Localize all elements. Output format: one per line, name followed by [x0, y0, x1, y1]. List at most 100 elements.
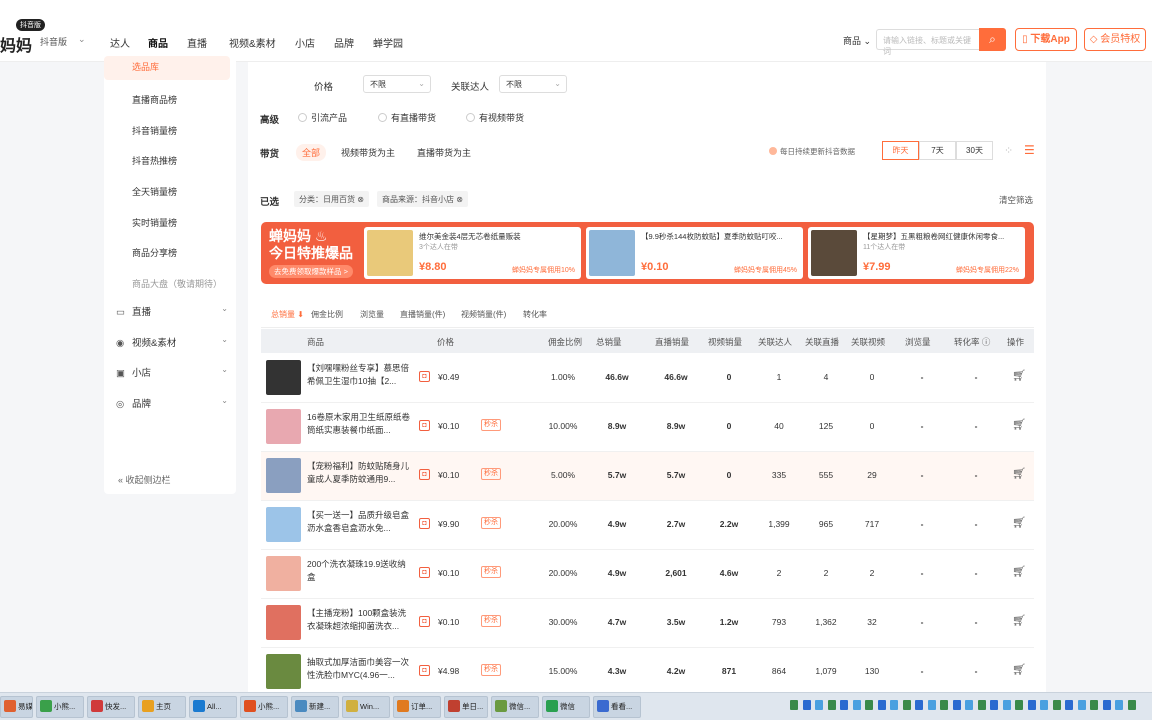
- product-title[interactable]: 【主播宠粉】100颗盒装洗衣凝珠超浓缩抑菌洗衣...: [307, 607, 414, 634]
- tray-icon[interactable]: [965, 700, 973, 710]
- search-button[interactable]: ⌕: [979, 28, 1006, 51]
- table-row[interactable]: 【买一送一】品质升级皂盒沥水盒香皂盒沥水免... ◘ ¥9.90 秒杀 20.00% 4.…: [261, 501, 1034, 550]
- sidebar-group-shop[interactable]: ▣ 小店 ⌄: [116, 365, 228, 379]
- banner-card[interactable]: 【9.9秒杀144枚防蚊贴】夏季防蚊贴叮咬... ¥0.10 蝉妈妈专属佣用45…: [586, 227, 803, 279]
- tray-icon[interactable]: [1115, 700, 1123, 710]
- sidebar-item-hot-push[interactable]: 抖音热推榜: [132, 154, 177, 167]
- product-title[interactable]: 【买一送一】品质升级皂盒沥水盒香皂盒沥水免...: [307, 509, 414, 536]
- table-row[interactable]: 【主播宠粉】100颗盒装洗衣凝珠超浓缩抑菌洗衣... ◘ ¥0.10 秒杀 30.00%…: [261, 599, 1034, 648]
- column-header[interactable]: 关联达人: [758, 336, 792, 348]
- taskbar-item[interactable]: 微信...: [491, 696, 539, 718]
- tray-icon[interactable]: [952, 700, 961, 710]
- list-view-icon[interactable]: ☰: [1024, 143, 1035, 157]
- tray-icon[interactable]: [990, 700, 998, 710]
- tray-icon[interactable]: [902, 700, 911, 710]
- tray-icon[interactable]: [1065, 700, 1073, 710]
- time-yesterday-button[interactable]: 昨天: [882, 141, 919, 160]
- tray-icon[interactable]: [827, 700, 836, 710]
- nav-item-experts[interactable]: 达人: [110, 35, 130, 50]
- tray-icon[interactable]: [890, 700, 898, 710]
- banner-card[interactable]: 【星期梦】五黑粗粮卷网红健康休闲零食... 11个达人在带 ¥7.99 蝉妈妈专…: [808, 227, 1025, 279]
- product-thumbnail[interactable]: [266, 360, 301, 395]
- filter-chip-category[interactable]: 分类：日用百货 ⊗: [294, 191, 369, 207]
- cart-icon[interactable]: 🛒︎: [1012, 418, 1026, 431]
- grid-view-icon[interactable]: ⁘: [1004, 144, 1013, 157]
- nav-item-academy[interactable]: 蝉学园: [373, 35, 403, 50]
- nav-item-video[interactable]: 视频&素材: [229, 35, 276, 50]
- cart-icon[interactable]: 🛒︎: [1012, 369, 1026, 382]
- tray-icon[interactable]: [1052, 700, 1061, 710]
- option-all[interactable]: 全部: [296, 144, 327, 161]
- search-category-select[interactable]: 商品 ⌄: [843, 34, 871, 47]
- tray-icon[interactable]: [1127, 700, 1136, 710]
- sort-tab-commission[interactable]: 佣金比例: [311, 309, 343, 320]
- product-title[interactable]: 16卷原木家用卫生纸原纸卷筒纸实惠装餐巾纸面...: [307, 411, 414, 438]
- sidebar-group-live[interactable]: ▭ 直播 ⌄: [116, 304, 228, 318]
- tray-icon[interactable]: [865, 700, 873, 710]
- taskbar-item[interactable]: 微信: [542, 696, 590, 718]
- taskbar-item[interactable]: 小熊...: [240, 696, 288, 718]
- sort-tab-total-sales[interactable]: 总销量 ⬇: [271, 309, 304, 320]
- tray-icon[interactable]: [927, 700, 936, 710]
- clear-filters-link[interactable]: 清空筛选: [999, 194, 1033, 206]
- option-live-main[interactable]: 直播带货为主: [417, 146, 471, 159]
- time-30days-button[interactable]: 30天: [956, 141, 993, 160]
- product-title[interactable]: 200个洗衣凝珠19.9送收纳盒: [307, 558, 414, 585]
- table-row[interactable]: 【刘嘿嘿粉丝专享】慕思倍希佩卫生湿巾10抽【2... ◘ ¥0.49 1.00% 46.…: [261, 354, 1034, 403]
- sidebar-item-douyin-sales[interactable]: 抖音销量榜: [132, 124, 177, 137]
- table-row[interactable]: 16卷原木家用卫生纸原纸卷筒纸实惠装餐巾纸面... ◘ ¥0.10 秒杀 10.00% 8…: [261, 403, 1034, 452]
- vip-button[interactable]: ◇ 会员特权: [1084, 28, 1146, 51]
- product-title[interactable]: 抽取式加厚洁面巾美容一次性洗脸巾MYC(4.96一...: [307, 656, 414, 683]
- sidebar-item-realtime-sales[interactable]: 实时销量榜: [132, 216, 177, 229]
- product-thumbnail[interactable]: [266, 605, 301, 640]
- tray-icon[interactable]: [1077, 700, 1086, 710]
- tray-icon[interactable]: [815, 700, 823, 710]
- platform-selector[interactable]: 抖音版: [40, 35, 67, 48]
- tray-icon[interactable]: [852, 700, 861, 710]
- search-input[interactable]: 请输入链接、标题或关键词: [876, 29, 980, 56]
- taskbar-item[interactable]: 新建...: [291, 696, 339, 718]
- tray-icon[interactable]: [840, 700, 848, 710]
- table-row[interactable]: 抽取式加厚洁面巾美容一次性洗脸巾MYC(4.96一... ◘ ¥4.98 秒杀 15.0…: [261, 648, 1034, 697]
- expert-filter-select[interactable]: 不限 ⌄: [499, 75, 567, 93]
- taskbar-item[interactable]: 易媒...: [0, 696, 33, 718]
- time-7days-button[interactable]: 7天: [919, 141, 956, 160]
- sidebar-group-brand[interactable]: ◎ 品牌 ⌄: [116, 396, 228, 410]
- tray-icon[interactable]: [1102, 700, 1111, 710]
- column-header[interactable]: 佣金比例: [548, 336, 582, 348]
- tray-icon[interactable]: [915, 700, 923, 710]
- tray-icon[interactable]: [1040, 700, 1048, 710]
- column-header[interactable]: 视频销量: [708, 336, 742, 348]
- logo[interactable]: 妈妈: [0, 32, 32, 56]
- product-thumbnail[interactable]: [266, 409, 301, 444]
- nav-item-brand[interactable]: 品牌: [334, 35, 354, 50]
- sort-tab-live-sales[interactable]: 直播销量(件): [400, 309, 445, 320]
- product-thumbnail[interactable]: [266, 458, 301, 493]
- sort-tab-video-sales[interactable]: 视频销量(件): [461, 309, 506, 320]
- option-traffic-product[interactable]: 引流产品: [298, 111, 347, 124]
- column-header[interactable]: 直播销量: [655, 336, 689, 348]
- tray-icon[interactable]: [802, 700, 811, 710]
- taskbar-item[interactable]: 订单...: [393, 696, 441, 718]
- sort-tab-conversion[interactable]: 转化率: [523, 309, 547, 320]
- product-title[interactable]: 【宠粉福利】防蚊贴随身儿童成人夏季防蚊通用9...: [307, 460, 414, 487]
- cart-icon[interactable]: 🛒︎: [1012, 467, 1026, 480]
- column-header[interactable]: 关联直播: [805, 336, 839, 348]
- tray-icon[interactable]: [790, 700, 798, 710]
- product-title[interactable]: 【刘嘿嘿粉丝专享】慕思倍希佩卫生湿巾10抽【2...: [307, 362, 414, 389]
- banner-card[interactable]: 维尔美金装4层无芯卷纸量贩装 3个达人在带 ¥8.80 蝉妈妈专属佣用10%: [364, 227, 581, 279]
- product-thumbnail[interactable]: [266, 654, 301, 689]
- cart-icon[interactable]: 🛒︎: [1012, 663, 1026, 676]
- taskbar-item[interactable]: 小熊...: [36, 696, 84, 718]
- price-filter-select[interactable]: 不限 ⌄: [363, 75, 431, 93]
- download-app-button[interactable]: ▯ 下载App: [1015, 28, 1077, 51]
- tray-icon[interactable]: [1002, 700, 1011, 710]
- taskbar-item[interactable]: All...: [189, 696, 237, 718]
- tray-icon[interactable]: [1015, 700, 1023, 710]
- column-header[interactable]: 关联视频: [851, 336, 885, 348]
- sidebar-item-share-rank[interactable]: 商品分享榜: [132, 246, 177, 259]
- chevron-down-icon[interactable]: ⌄: [78, 34, 86, 45]
- table-row[interactable]: 【宠粉福利】防蚊贴随身儿童成人夏季防蚊通用9... ◘ ¥0.10 秒杀 5.00% 5.…: [261, 452, 1034, 501]
- tray-icon[interactable]: [877, 700, 886, 710]
- taskbar-item[interactable]: Win...: [342, 696, 390, 718]
